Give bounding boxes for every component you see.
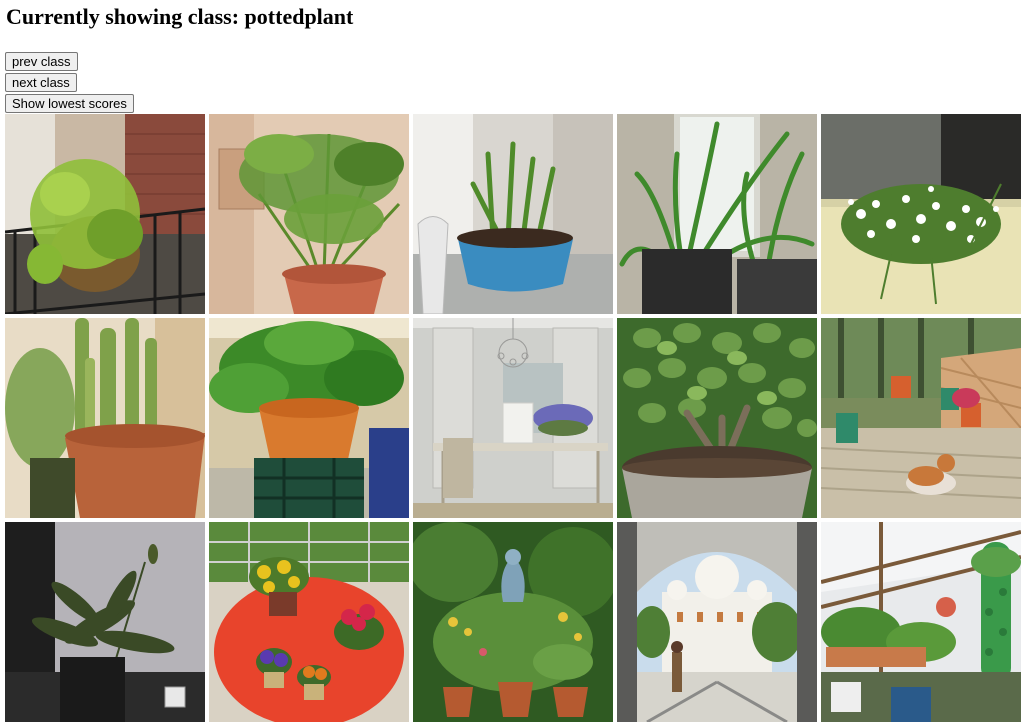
jade-plant-image: [617, 318, 817, 518]
image-tile[interactable]: [617, 114, 817, 314]
page-title: Currently showing class: pottedplant: [6, 4, 354, 29]
image-tile[interactable]: [413, 522, 613, 722]
image-tile[interactable]: [209, 318, 409, 518]
image-tile[interactable]: [5, 114, 205, 314]
image-tile[interactable]: [821, 318, 1021, 518]
dining-room-image: [413, 318, 613, 518]
bulbs-in-bowl-image: [413, 114, 613, 314]
image-tile[interactable]: [821, 114, 1021, 314]
garden-statue-image: [413, 522, 613, 722]
hanging-basket-image: [5, 114, 205, 314]
image-tile[interactable]: [821, 522, 1021, 722]
image-tile[interactable]: [5, 522, 205, 722]
deck-plants-dog-image: [821, 318, 1021, 518]
peace-lily-crate-image: [209, 318, 409, 518]
next-class-button[interactable]: next class: [5, 73, 77, 92]
greenhouse-image: [821, 522, 1021, 722]
temple-archway-image: [617, 522, 817, 722]
image-tile[interactable]: [617, 522, 817, 722]
alyssum-basket-image: [821, 114, 1021, 314]
image-tile[interactable]: [209, 522, 409, 722]
image-tile[interactable]: [5, 318, 205, 518]
umbrella-palm-image: [209, 114, 409, 314]
image-tile[interactable]: [209, 114, 409, 314]
red-table-flowers-image: [209, 522, 409, 722]
spider-plants-image: [617, 114, 817, 314]
image-tile[interactable]: [413, 318, 613, 518]
image-tile[interactable]: [617, 318, 817, 518]
dark-corner-plant-image: [5, 522, 205, 722]
show-lowest-scores-button[interactable]: Show lowest scores: [5, 94, 134, 113]
image-grid: [5, 114, 1025, 725]
prev-class-button[interactable]: prev class: [5, 52, 78, 71]
image-tile[interactable]: [413, 114, 613, 314]
snake-plant-image: [5, 318, 205, 518]
